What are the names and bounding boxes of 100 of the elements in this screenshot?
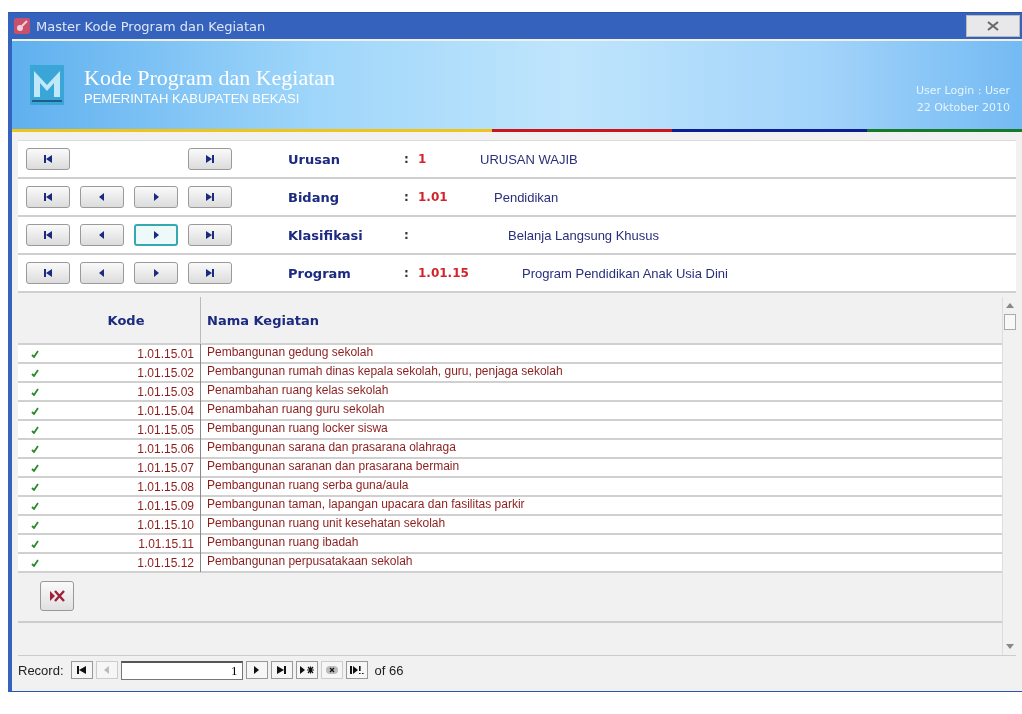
check-icon — [31, 558, 39, 567]
prev-button[interactable] — [80, 262, 124, 284]
check-icon — [31, 501, 39, 510]
form-subtitle: PEMERINTAH KABUPATEN BEKASI — [84, 90, 301, 106]
table-cell: Pembangunan ruang locker siswa — [200, 420, 1002, 439]
field-label: Program — [288, 265, 352, 281]
last-icon — [205, 192, 215, 202]
table-cell-text: 1.01.15.09 — [136, 498, 195, 513]
last-button[interactable] — [188, 148, 232, 170]
prev-icon — [97, 268, 107, 278]
table-cell: Penambahan ruang guru sekolah — [200, 401, 1002, 420]
first-icon — [43, 192, 53, 202]
last-button[interactable] — [188, 262, 232, 284]
record-field[interactable]: 1 — [120, 660, 243, 680]
table-cell-text: 1.01.15.11 — [137, 536, 195, 551]
first-icon — [77, 666, 87, 674]
window-title: Master Kode Program dan Kegiatan — [36, 18, 267, 34]
last-icon — [205, 154, 215, 164]
table-cell-text: 1.01.15.01 — [136, 346, 195, 361]
last-icon — [205, 268, 215, 278]
check-icon — [31, 349, 39, 358]
next-record-button[interactable] — [245, 661, 268, 679]
first-icon — [43, 268, 53, 278]
field-label: Urusan — [288, 151, 341, 167]
check-icon — [31, 482, 39, 491]
last-icon — [205, 230, 215, 240]
prev-button[interactable] — [80, 186, 124, 208]
table-cell: Pembangunan sarana dan prasarana olahraga — [200, 439, 1002, 458]
prev-icon — [97, 192, 107, 202]
table-cell: Pembangunan gedung sekolah — [200, 344, 1002, 363]
code-value: 1.01 — [418, 190, 449, 204]
close-button[interactable] — [966, 15, 1020, 37]
table-cell-text: 1.01.15.06 — [136, 441, 195, 456]
new-icon — [299, 666, 314, 674]
first-button[interactable] — [26, 224, 70, 246]
colon-text: : — [404, 190, 410, 204]
prev-button[interactable] — [80, 224, 124, 246]
check-icon — [31, 463, 39, 472]
next-icon — [151, 192, 161, 202]
date-text: 22 Oktober 2010 — [916, 101, 1010, 114]
new-record-button[interactable] — [295, 661, 318, 679]
record-label: Record: — [18, 662, 64, 678]
last-button[interactable] — [188, 224, 232, 246]
first-button[interactable] — [26, 148, 70, 170]
field-label: Bidang — [288, 189, 340, 205]
table-cell-text: 1.01.15.02 — [136, 365, 195, 380]
table-cell-text: 1.01.15.03 — [136, 384, 195, 399]
colon-text: : — [404, 266, 410, 280]
last-icon — [277, 666, 287, 674]
code-value: 1 — [418, 152, 428, 166]
next-button[interactable] — [134, 186, 178, 208]
close-icon — [987, 21, 999, 31]
table-cell-text: 1.01.15.08 — [136, 479, 195, 494]
check-icon — [31, 444, 39, 453]
first-icon — [43, 154, 53, 164]
next-button[interactable] — [134, 262, 178, 284]
check-icon — [31, 368, 39, 377]
last-button[interactable] — [188, 186, 232, 208]
last-record-button[interactable] — [270, 661, 293, 679]
record-count: of 66 — [374, 662, 404, 678]
table-cell: Pembangunan ruang serba guna/aula — [200, 477, 1002, 496]
table-cell-text: 1.01.15.05 — [136, 422, 195, 437]
first-record-button[interactable] — [70, 661, 93, 679]
first-button[interactable] — [26, 262, 70, 284]
check-icon — [31, 406, 39, 415]
next-icon — [254, 666, 260, 674]
check-icon — [31, 387, 39, 396]
table-cell: Pembangunan rumah dinas kepala sekolah, guru, penjaga sekolah — [200, 363, 1002, 382]
filter-record-button[interactable] — [345, 661, 368, 679]
delete-record-icon — [49, 589, 65, 603]
table-cell: Penambahan ruang kelas sekolah — [200, 382, 1002, 401]
table-cell-text: 1.01.15.07 — [136, 460, 195, 475]
scroll-up-icon[interactable] — [1005, 303, 1014, 308]
field-label: Klasifikasi — [288, 227, 364, 243]
prev-icon — [104, 666, 110, 674]
filter-icon — [349, 665, 364, 675]
next-button[interactable] — [134, 224, 178, 246]
delete-button[interactable] — [40, 581, 74, 611]
first-button[interactable] — [26, 186, 70, 208]
table-cell: Pembangunan perpusatakaan sekolah — [200, 553, 1002, 572]
table-cell-text: 1.01.15.04 — [136, 403, 195, 418]
code-value: 1.01.15 — [418, 266, 470, 280]
table-cell: Pembangunan ruang ibadah — [200, 534, 1002, 553]
scrollbar[interactable] — [1002, 297, 1016, 655]
scroll-thumb[interactable] — [1003, 314, 1016, 330]
name-value: Pendidikan — [494, 189, 559, 205]
scroll-down-icon[interactable] — [1005, 644, 1014, 649]
colon-text: : — [404, 152, 410, 166]
key-icon — [14, 18, 30, 34]
next-icon — [151, 230, 161, 240]
delete-icon — [325, 666, 338, 674]
table-cell: Pembangunan ruang unit kesehatan sekolah — [200, 515, 1002, 534]
logo-icon — [30, 65, 64, 105]
prev-icon — [97, 230, 107, 240]
column-header: Kode — [106, 312, 146, 328]
check-icon — [31, 520, 39, 529]
first-icon — [43, 230, 53, 240]
name-value: Belanja Langsung Khusus — [508, 227, 660, 243]
user-login-text: User Login : User — [916, 84, 1010, 97]
form-title: Kode Program dan Kegiatan — [84, 64, 337, 91]
